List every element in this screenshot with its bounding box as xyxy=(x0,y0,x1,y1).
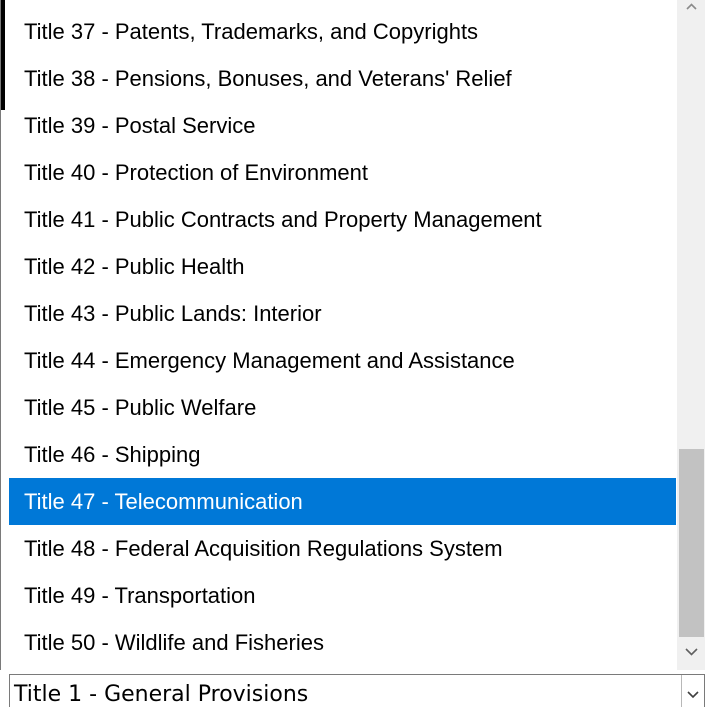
list-item[interactable]: Title 39 - Postal Service xyxy=(9,102,676,149)
list-item-selected[interactable]: Title 47 - Telecommunication xyxy=(9,478,676,525)
list-item[interactable]: Title 44 - Emergency Management and Assi… xyxy=(9,337,676,384)
list-item[interactable]: Title 49 - Transportation xyxy=(9,572,676,619)
scrollbar-thumb[interactable] xyxy=(679,449,704,637)
title-dropdown-screen: Title 37 - Patents, Trademarks, and Copy… xyxy=(0,0,705,707)
option-list: Title 37 - Patents, Trademarks, and Copy… xyxy=(9,8,676,666)
list-item[interactable]: Title 37 - Patents, Trademarks, and Copy… xyxy=(9,8,676,55)
list-item[interactable]: Title 48 - Federal Acquisition Regulatio… xyxy=(9,525,676,572)
list-item[interactable]: Title 42 - Public Health xyxy=(9,243,676,290)
left-edge-marker xyxy=(1,0,5,110)
list-item[interactable]: Title 45 - Public Welfare xyxy=(9,384,676,431)
chevron-up-icon[interactable] xyxy=(677,0,705,16)
list-item[interactable]: Title 41 - Public Contracts and Property… xyxy=(9,196,676,243)
list-item[interactable]: Title 50 - Wildlife and Fisheries xyxy=(9,619,676,666)
chevron-down-icon[interactable] xyxy=(681,675,704,707)
list-item[interactable]: Title 46 - Shipping xyxy=(9,431,676,478)
list-item[interactable]: Title 40 - Protection of Environment xyxy=(9,149,676,196)
list-item[interactable]: Title 38 - Pensions, Bonuses, and Vetera… xyxy=(9,55,676,102)
chevron-down-icon[interactable] xyxy=(677,640,705,664)
list-item[interactable]: Title 43 - Public Lands: Interior xyxy=(9,290,676,337)
dropdown-list: Title 37 - Patents, Trademarks, and Copy… xyxy=(0,0,705,670)
title-select[interactable]: Title 1 - General Provisions xyxy=(9,674,705,707)
vertical-scrollbar[interactable] xyxy=(677,0,705,670)
selected-value: Title 1 - General Provisions xyxy=(14,682,309,707)
